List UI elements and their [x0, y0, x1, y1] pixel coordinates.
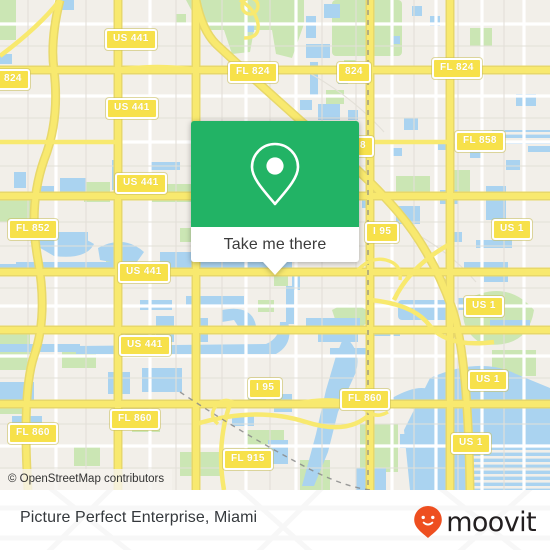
road-shield: US 1 [492, 219, 532, 240]
callout-tail [263, 262, 287, 275]
road-shield: I 95 [365, 222, 400, 243]
moovit-brand: moovit [413, 505, 537, 539]
road-shield: FL 860 [340, 389, 390, 410]
road-shield: 824 [0, 69, 30, 90]
location-callout-card[interactable]: Take me there [191, 121, 359, 275]
bottom-info-bar: Picture Perfect Enterprise, Miami moovit [0, 490, 550, 550]
road-shield: US 1 [451, 433, 491, 454]
road-shield: FL 852 [8, 219, 58, 240]
map-pin-icon [250, 142, 300, 206]
road-shield: US 441 [106, 98, 158, 119]
osm-attribution[interactable]: © OpenStreetMap contributors [0, 469, 173, 490]
road-shield: FL 824 [228, 62, 278, 83]
road-shield: 824 [337, 62, 371, 83]
road-shield: FL 858 [455, 131, 505, 152]
map-result-screen: US 441 FL 824 824 FL 824 824 US 441 FL 858 8 US … [0, 0, 550, 550]
road-shield: US 441 [115, 173, 167, 194]
take-me-there-button[interactable]: Take me there [191, 227, 359, 262]
card-pin-area [191, 121, 359, 227]
road-shield: I 95 [248, 378, 283, 399]
moovit-wordmark: moovit [446, 506, 536, 538]
moovit-pin-icon [414, 506, 442, 538]
road-shield: FL 860 [110, 409, 160, 430]
road-shield: US 441 [119, 335, 171, 356]
road-shield: US 441 [118, 262, 170, 283]
road-shield: FL 860 [8, 423, 58, 444]
road-shield: US 1 [468, 370, 508, 391]
place-name-label: Picture Perfect Enterprise, Miami [20, 509, 258, 526]
road-shield: FL 824 [432, 58, 482, 79]
road-shield: US 441 [105, 29, 157, 50]
road-shield: FL 915 [223, 449, 273, 470]
road-shield: US 1 [464, 296, 504, 317]
take-me-there-label: Take me there [223, 235, 327, 253]
